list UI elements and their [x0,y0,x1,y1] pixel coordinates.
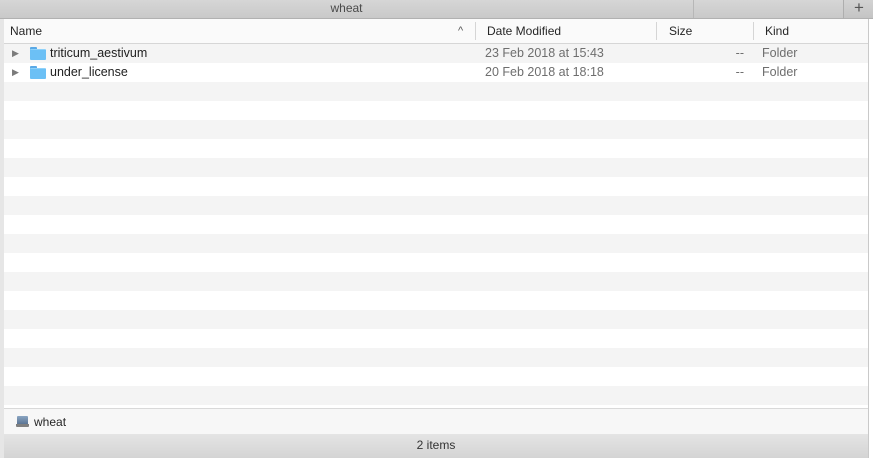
empty-row [4,101,868,120]
file-size: -- [735,46,744,60]
file-name: triticum_aestivum [50,46,148,60]
empty-row [4,310,868,329]
column-header-name[interactable]: Name [10,19,42,43]
background-window-edge [868,19,873,458]
status-bar: 2 items [4,434,868,458]
path-bar-item[interactable]: wheat [34,409,66,434]
empty-row [4,120,868,139]
table-row[interactable]: ▶ under_license 20 Feb 2018 at 18:18 -- … [4,63,868,82]
new-tab-button[interactable]: + [843,0,873,19]
column-divider[interactable] [475,22,476,40]
table-row[interactable]: ▶ triticum_aestivum 23 Feb 2018 at 15:43… [4,44,868,63]
tab-bar: wheat [0,0,843,19]
empty-row [4,82,868,101]
empty-row [4,215,868,234]
path-bar: wheat [4,408,868,434]
column-header-kind[interactable]: Kind [765,19,789,43]
file-name: under_license [50,65,128,79]
empty-row [4,329,868,348]
empty-row [4,234,868,253]
disclosure-triangle-icon[interactable]: ▶ [12,44,22,63]
hard-drive-icon [16,416,29,427]
empty-row [4,253,868,272]
window-title[interactable]: wheat [0,0,693,18]
file-size: -- [735,65,744,79]
empty-row [4,177,868,196]
column-divider[interactable] [656,22,657,40]
file-list[interactable]: ▶ triticum_aestivum 23 Feb 2018 at 15:43… [4,44,868,407]
column-header-date-modified[interactable]: Date Modified [487,19,561,43]
folder-icon [30,66,46,79]
file-kind: Folder [762,46,798,60]
folder-icon [30,47,46,60]
empty-row [4,196,868,215]
empty-row [4,272,868,291]
empty-row [4,158,868,177]
file-date-modified: 20 Feb 2018 at 18:18 [485,65,604,79]
tab-divider [693,0,694,18]
column-header: Name ^ Date Modified Size Kind [4,19,868,44]
empty-row [4,291,868,310]
column-divider[interactable] [753,22,754,40]
empty-row [4,139,868,158]
item-count: 2 items [416,438,456,452]
empty-row [4,367,868,386]
sort-ascending-icon: ^ [458,25,464,37]
file-kind: Folder [762,65,798,79]
disclosure-triangle-icon[interactable]: ▶ [12,63,22,82]
file-date-modified: 23 Feb 2018 at 15:43 [485,46,604,60]
column-header-size[interactable]: Size [669,19,692,43]
empty-row [4,386,868,405]
empty-row [4,348,868,367]
finder-window: Name ^ Date Modified Size Kind ▶ triticu… [4,19,868,434]
